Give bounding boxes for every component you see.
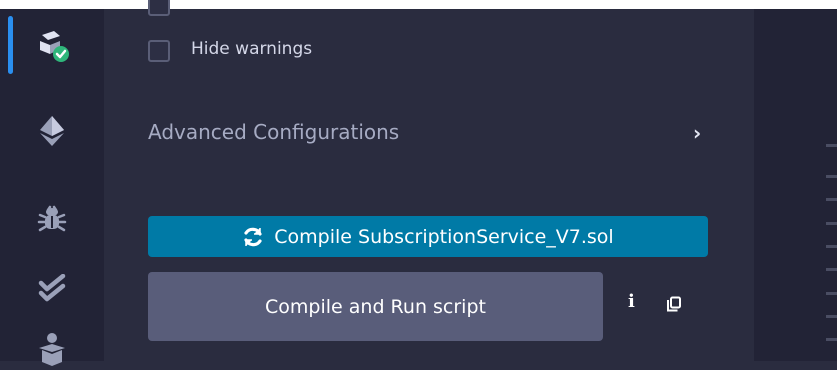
refresh-icon <box>244 227 262 246</box>
unit-testing-icon[interactable] <box>30 269 74 309</box>
top-strip <box>0 0 837 9</box>
line-number-fragment <box>826 222 837 225</box>
option-checkbox-partial[interactable] <box>148 0 170 16</box>
compile-and-run-label: Compile and Run script <box>265 295 486 318</box>
hide-warnings-label: Hide warnings <box>191 39 313 59</box>
solidity-compiler-icon[interactable] <box>30 25 74 65</box>
line-number-fragment <box>826 315 837 318</box>
line-number-fragment <box>826 198 837 201</box>
debugger-icon[interactable] <box>30 198 74 238</box>
line-number-fragment <box>826 175 837 178</box>
learneth-icon[interactable] <box>30 330 74 370</box>
compile-button-label: Compile SubscriptionService_V7.sol <box>274 225 614 248</box>
line-number-fragment <box>826 338 837 341</box>
chevron-right-icon[interactable]: › <box>693 123 701 143</box>
line-number-fragment <box>826 144 837 147</box>
line-number-fragment <box>826 245 837 248</box>
info-icon[interactable]: i <box>628 293 635 311</box>
hide-warnings-checkbox[interactable] <box>148 40 170 62</box>
editor-area <box>754 9 837 361</box>
active-plugin-indicator <box>8 16 13 74</box>
compile-button[interactable]: Compile SubscriptionService_V7.sol <box>148 216 708 257</box>
copy-icon[interactable] <box>666 296 682 312</box>
line-number-fragment <box>826 292 837 295</box>
compile-and-run-script-button[interactable]: Compile and Run script <box>148 272 603 341</box>
line-number-fragment <box>826 268 837 271</box>
ethereum-icon[interactable] <box>30 111 74 151</box>
advanced-configurations-title[interactable]: Advanced Configurations <box>148 120 399 144</box>
